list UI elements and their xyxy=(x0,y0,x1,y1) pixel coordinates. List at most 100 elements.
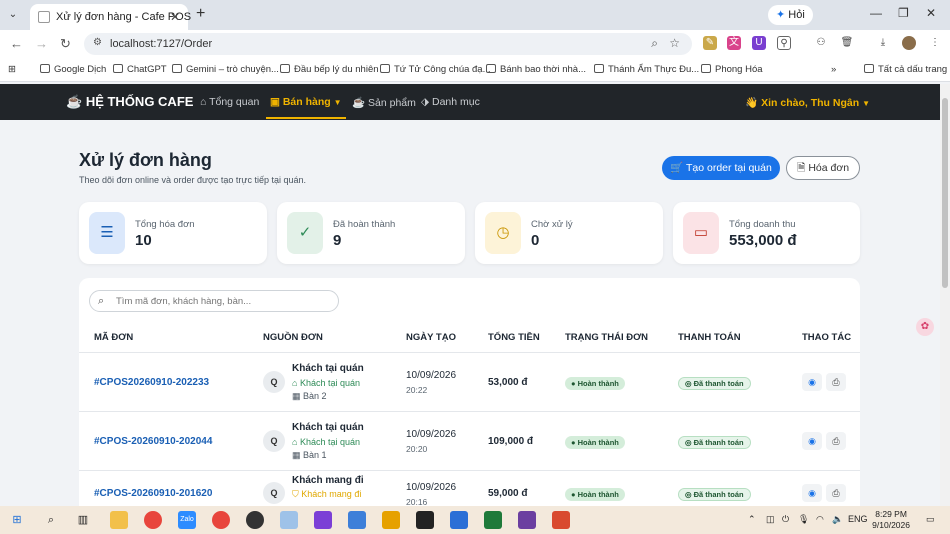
payment-badge: ◎ Đã thanh toán xyxy=(678,436,751,449)
tray-overflow-icon[interactable]: ⌃ xyxy=(748,514,756,525)
address-bar[interactable]: ⚙ localhost:7127/Order ⌕ ☆ xyxy=(84,33,692,55)
zalo-icon[interactable]: Zalo xyxy=(178,511,196,529)
app-icon[interactable] xyxy=(450,511,468,529)
order-id-link[interactable]: #CPOS20260910-202233 xyxy=(94,377,209,388)
stat-card-revenue: ▭ Tổng doanh thu 553,000 đ xyxy=(673,202,860,264)
table-row[interactable]: #CPOS20260910-202233 Q Khách tại quán ⌂ … xyxy=(79,353,860,411)
new-tab-button[interactable]: + xyxy=(196,5,205,23)
all-bookmarks-folder[interactable]: Tất cả dấu trang xyxy=(864,64,947,75)
search-box[interactable]: ⌕ xyxy=(89,290,339,312)
folder-icon xyxy=(864,64,874,73)
view-eye-icon[interactable]: ◉ xyxy=(802,432,822,450)
print-icon[interactable]: ⎙ xyxy=(826,373,846,391)
view-eye-icon[interactable]: ◉ xyxy=(802,484,822,502)
bookmark-item[interactable]: Thánh Ẩm Thực Đu... xyxy=(594,64,699,75)
microphone-icon[interactable]: 🎙 xyxy=(798,514,809,525)
order-id-link[interactable]: #CPOS-20260910-201620 xyxy=(94,488,212,499)
site-info-icon[interactable]: ⚙ xyxy=(93,37,102,48)
page-title: Xử lý đơn hàng xyxy=(79,150,212,170)
task-view-icon[interactable]: ▥ xyxy=(74,511,92,529)
view-eye-icon[interactable]: ◉ xyxy=(802,373,822,391)
print-icon[interactable]: ⎙ xyxy=(826,432,846,450)
extensions-puzzle-icon[interactable]: ⚲ xyxy=(777,36,791,50)
chrome-icon[interactable] xyxy=(144,511,162,529)
app-icon[interactable] xyxy=(348,511,366,529)
stat-card-completed: ✓ Đã hoàn thành 9 xyxy=(277,202,465,264)
create-order-button[interactable]: 🛒 Tạo order tại quán xyxy=(662,156,780,180)
extension-icon[interactable]: 文 xyxy=(727,36,741,50)
language-indicator[interactable]: ENG xyxy=(848,514,868,524)
profile-avatar[interactable] xyxy=(902,36,916,50)
check-circle-icon: ◎ xyxy=(685,379,692,388)
nav-label: Bán hàng xyxy=(282,96,331,108)
notifications-icon[interactable]: ▭ xyxy=(926,514,935,525)
bookmarks-bar: ⊞ Google Dịch ChatGPT Gemini – trò chuyệ… xyxy=(0,58,950,82)
more-menu-icon[interactable]: ⋮ xyxy=(928,36,942,50)
wifi-icon[interactable]: ◠ xyxy=(816,514,824,525)
system-clock[interactable]: 8:29 PM 9/10/2026 xyxy=(872,509,910,531)
bookmark-item[interactable]: Gemini – trò chuyện... xyxy=(172,64,279,75)
extension-shield-icon[interactable]: U xyxy=(752,36,766,50)
order-id-link[interactable]: #CPOS-20260910-202044 xyxy=(94,436,212,447)
scrollbar-thumb[interactable] xyxy=(942,98,948,288)
bookmark-item[interactable]: Bánh bao thời nhà... xyxy=(486,64,586,75)
reload-icon[interactable]: ↻ xyxy=(60,36,71,52)
bookmark-item[interactable]: Đầu bếp lý du nhiên xyxy=(280,64,379,75)
floating-translate-icon[interactable]: ✿ xyxy=(916,318,934,336)
clock-date: 9/10/2026 xyxy=(872,520,910,530)
cast-icon[interactable]: ⚇ xyxy=(814,36,828,50)
tray-icon[interactable]: ⏻ xyxy=(782,514,789,525)
app-brand[interactable]: ☕ HỆ THỐNG CAFE xyxy=(66,94,193,110)
file-explorer-icon[interactable] xyxy=(110,511,128,529)
table-label: Bàn 1 xyxy=(303,450,327,460)
app-icon[interactable] xyxy=(552,511,570,529)
app-icon[interactable] xyxy=(280,511,298,529)
zoom-icon[interactable]: ⌕ xyxy=(651,36,658,51)
trash-icon[interactable]: 🗑 xyxy=(840,36,854,50)
volume-icon[interactable]: 🔈 xyxy=(832,514,843,525)
search-icon[interactable]: ⌕ xyxy=(42,511,60,529)
extension-icon[interactable]: ✎ xyxy=(703,36,717,50)
back-icon[interactable]: ← xyxy=(10,36,23,51)
app-icon[interactable] xyxy=(382,511,400,529)
user-menu[interactable]: 👋 Xin chào, Thu Ngân ▼ xyxy=(745,96,870,109)
maximize-icon[interactable]: ❐ xyxy=(898,6,909,20)
invoice-button[interactable]: 🗎 Hóa đơn xyxy=(786,156,860,180)
ai-tab[interactable]: ✦ Hỏi xyxy=(768,5,813,25)
bookmarks-overflow-icon[interactable]: » xyxy=(831,64,836,75)
minimize-icon[interactable]: — xyxy=(870,6,882,20)
tab-close-icon[interactable]: ✕ xyxy=(170,10,180,24)
obs-icon[interactable] xyxy=(246,511,264,529)
page-scrollbar[interactable] xyxy=(940,84,950,506)
print-icon[interactable]: ⎙ xyxy=(826,484,846,502)
close-window-icon[interactable]: ✕ xyxy=(926,6,936,20)
nav-categories[interactable]: ⬗ Danh mục xyxy=(421,96,480,108)
forward-icon[interactable]: → xyxy=(35,36,48,51)
search-input[interactable] xyxy=(116,294,331,309)
invoice-label: Hóa đơn xyxy=(808,162,850,174)
tab-search-icon[interactable]: ⌄ xyxy=(4,6,22,24)
nav-products[interactable]: ☕ Sản phẩm xyxy=(352,96,416,109)
bookmark-item[interactable]: Google Dịch xyxy=(40,64,106,75)
bookmark-item[interactable]: ChatGPT xyxy=(113,64,167,75)
nav-overview[interactable]: ⌂ Tổng quan xyxy=(200,96,259,108)
download-icon[interactable]: ⤓ xyxy=(876,36,890,50)
windows-start-icon[interactable]: ⊞ xyxy=(8,511,26,529)
bookmark-item[interactable]: Tứ Tử Công chúa đạ... xyxy=(380,64,491,75)
visual-studio-icon[interactable] xyxy=(314,511,332,529)
all-bookmarks-label: Tất cả dấu trang xyxy=(878,64,948,75)
bookmark-label: Phong Hóa xyxy=(715,64,763,75)
bookmark-item[interactable]: Phong Hóa xyxy=(701,64,763,75)
bookmark-star-icon[interactable]: ☆ xyxy=(669,36,680,50)
chrome-icon[interactable] xyxy=(212,511,230,529)
apps-grid-icon[interactable]: ⊞ xyxy=(8,64,16,75)
terminal-icon[interactable] xyxy=(416,511,434,529)
browser-tab[interactable]: Xử lý đơn hàng - Cafe POS ✕ xyxy=(30,4,191,30)
tray-icon[interactable]: ◫ xyxy=(766,514,775,525)
stat-value: 10 xyxy=(135,232,152,249)
app-icon[interactable] xyxy=(484,511,502,529)
column-header: THANH TOÁN xyxy=(678,332,741,343)
app-icon[interactable] xyxy=(518,511,536,529)
nav-sales-dropdown[interactable]: ▣ Bán hàng ▼ xyxy=(270,96,342,108)
table-row[interactable]: #CPOS-20260910-202044 Q Khách tại quán ⌂… xyxy=(79,412,860,470)
